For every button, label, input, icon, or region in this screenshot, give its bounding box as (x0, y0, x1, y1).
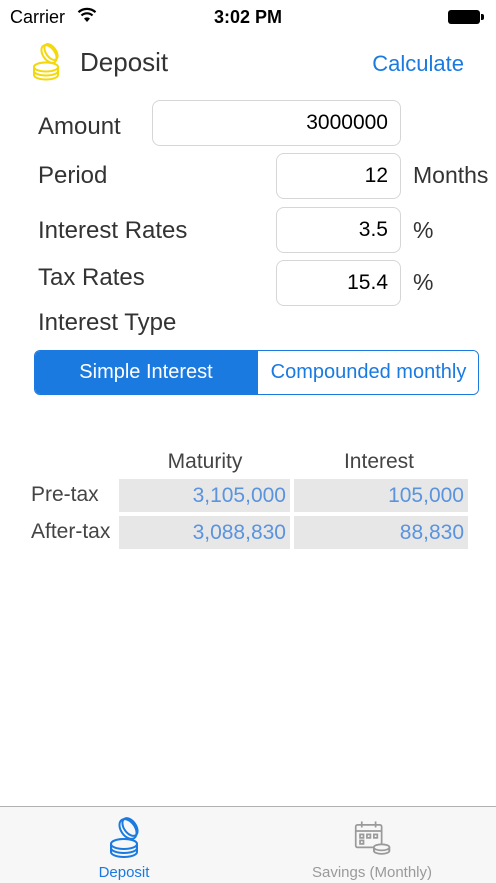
tax-rate-field[interactable] (276, 260, 401, 306)
tab-savings-monthly[interactable]: Savings (Monthly) (248, 807, 496, 883)
status-time: 3:02 PM (213, 7, 283, 27)
interest-rate-field[interactable] (276, 207, 401, 253)
after-tax-row-label: After-tax (31, 520, 111, 543)
calculate-button[interactable]: Calculate (372, 51, 464, 77)
interest-rate-label: Interest Rates (38, 217, 188, 244)
interest-rate-unit-label: % (413, 217, 434, 243)
after-tax-maturity-value: 3,088,830 (119, 516, 290, 549)
battery-icon (448, 10, 484, 24)
calendar-coins-icon (354, 821, 391, 855)
period-label: Period (38, 162, 108, 189)
maturity-column-header: Maturity (167, 450, 243, 473)
pre-tax-row-label: Pre-tax (31, 483, 99, 506)
page-title: Deposit (80, 47, 169, 77)
interest-column-header: Interest (343, 450, 415, 473)
status-bar: Carrier 3:02 PM (0, 0, 496, 34)
amount-label: Amount (38, 113, 121, 140)
simple-interest-option[interactable]: Simple Interest (35, 351, 257, 394)
tax-rate-label: Tax Rates (38, 264, 145, 291)
period-unit-label: Months (413, 162, 489, 188)
pre-tax-maturity-value: 3,105,000 (119, 479, 290, 512)
interest-type-segmented-control[interactable]: Simple Interest Compounded monthly (34, 350, 479, 395)
amount-field[interactable] (152, 100, 401, 146)
after-tax-interest-value: 88,830 (294, 516, 468, 549)
tab-deposit[interactable]: Deposit (0, 807, 248, 883)
period-field[interactable] (276, 153, 401, 199)
pre-tax-interest-value: 105,000 (294, 479, 468, 512)
interest-type-label: Interest Type (38, 309, 177, 336)
tab-deposit-label: Deposit (98, 864, 150, 881)
coins-icon (33, 43, 59, 81)
tab-bar: Deposit Savings (Monthly) (0, 806, 496, 883)
coins-icon (110, 817, 139, 858)
tax-rate-unit-label: % (413, 269, 434, 295)
compounded-monthly-option[interactable]: Compounded monthly (257, 351, 478, 394)
tab-savings-monthly-label: Savings (Monthly) (311, 864, 433, 881)
